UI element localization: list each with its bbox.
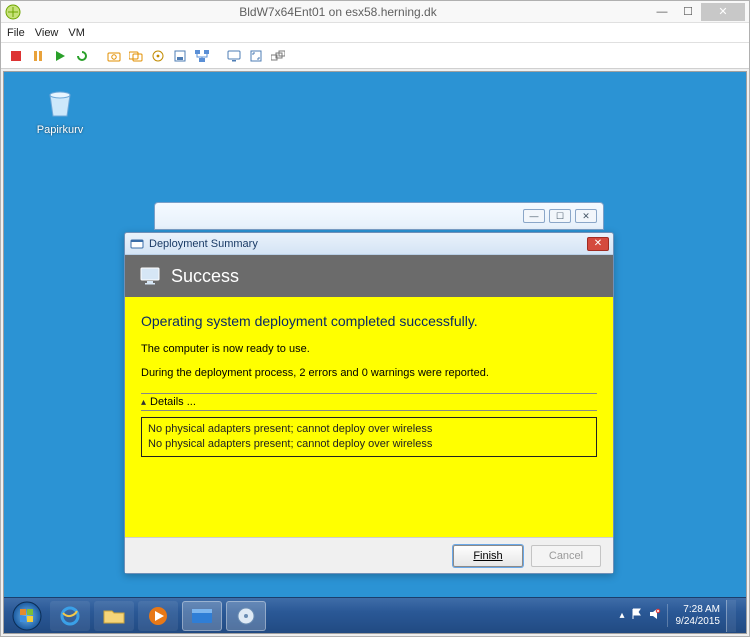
dialog-body: Operating system deployment completed su… <box>125 297 613 537</box>
reset-icon[interactable] <box>73 47 91 65</box>
taskbar-media-player[interactable] <box>138 601 178 631</box>
start-button[interactable] <box>8 600 46 632</box>
host-titlebar: BldW7x64Ent01 on esx58.herning.dk — ☐ ✕ <box>1 1 749 23</box>
minimize-button[interactable]: — <box>649 3 675 21</box>
menu-view[interactable]: View <box>35 27 59 39</box>
tray-clock[interactable]: 7:28 AM 9/24/2015 <box>667 604 721 627</box>
floppy-icon[interactable] <box>171 47 189 65</box>
tray-time: 7:28 AM <box>676 604 721 616</box>
tray-volume-icon[interactable] <box>649 608 661 623</box>
dialog-close-button[interactable]: ✕ <box>587 237 609 251</box>
maximize-button[interactable]: ☐ <box>675 3 701 21</box>
cancel-button: Cancel <box>531 545 601 567</box>
status-subline: The computer is now ready to use. <box>141 343 597 355</box>
menu-file[interactable]: File <box>7 27 25 39</box>
taskbar: ▴ 7:28 AM 9/24/2015 <box>4 597 746 633</box>
power-on-icon[interactable] <box>51 47 69 65</box>
close-button[interactable]: ✕ <box>701 3 745 21</box>
tray-flag-icon[interactable] <box>631 608 643 623</box>
dialog-title-text: Deployment Summary <box>149 238 258 250</box>
dialog-titlebar[interactable]: Deployment Summary ✕ <box>125 233 613 255</box>
menu-vm[interactable]: VM <box>68 27 85 39</box>
guest-desktop: Papirkurv — ☐ ✕ Deployment Summary ✕ <box>3 71 747 634</box>
dialog-header-text: Success <box>171 266 239 287</box>
suspend-icon[interactable] <box>29 47 47 65</box>
dialog-icon <box>129 236 145 252</box>
fullscreen-icon[interactable] <box>247 47 265 65</box>
taskbar-ie[interactable] <box>50 601 90 631</box>
dialog-footer: Finish Cancel <box>125 537 613 573</box>
ctrl-alt-del-icon[interactable] <box>269 47 287 65</box>
bg-maximize-button[interactable]: ☐ <box>549 209 571 223</box>
deployment-summary-dialog: Deployment Summary ✕ Success Operating s… <box>124 232 614 574</box>
details-list: No physical adapters present; cannot dep… <box>141 417 597 457</box>
vsphere-console-window: BldW7x64Ent01 on esx58.herning.dk — ☐ ✕ … <box>0 0 750 637</box>
host-title: BldW7x64Ent01 on esx58.herning.dk <box>27 5 649 19</box>
show-desktop-button[interactable] <box>726 600 736 632</box>
snapshot-icon[interactable] <box>105 47 123 65</box>
taskbar-app-2[interactable] <box>226 601 266 631</box>
background-window-titlebar: — ☐ ✕ <box>154 202 604 230</box>
status-report-line: During the deployment process, 2 errors … <box>141 367 597 379</box>
details-expander[interactable]: ▴ Details ... <box>141 393 597 411</box>
recycle-bin-icon <box>40 82 80 122</box>
cd-icon[interactable] <box>149 47 167 65</box>
tray-chevron-icon[interactable]: ▴ <box>619 610 624 621</box>
menubar: File View VM <box>1 23 749 43</box>
taskbar-explorer[interactable] <box>94 601 134 631</box>
chevron-up-icon: ▴ <box>141 397 146 408</box>
window-buttons: — ☐ ✕ <box>649 3 745 21</box>
system-tray: ▴ 7:28 AM 9/24/2015 <box>619 600 742 632</box>
finish-button[interactable]: Finish <box>453 545 523 567</box>
network-icon[interactable] <box>193 47 211 65</box>
dialog-header: Success <box>125 255 613 297</box>
detail-row: No physical adapters present; cannot dep… <box>148 437 590 452</box>
computer-icon <box>139 265 161 287</box>
recycle-bin[interactable]: Papirkurv <box>30 82 90 136</box>
vsphere-icon <box>5 4 21 20</box>
power-off-icon[interactable] <box>7 47 25 65</box>
console-icon[interactable] <box>225 47 243 65</box>
detail-row: No physical adapters present; cannot dep… <box>148 422 590 437</box>
taskbar-app-1[interactable] <box>182 601 222 631</box>
recycle-bin-label: Papirkurv <box>30 124 90 136</box>
details-label: Details ... <box>150 396 196 408</box>
bg-close-button[interactable]: ✕ <box>575 209 597 223</box>
bg-minimize-button[interactable]: — <box>523 209 545 223</box>
tray-date: 9/24/2015 <box>676 616 721 628</box>
toolbar <box>1 43 749 69</box>
status-headline: Operating system deployment completed su… <box>141 313 597 329</box>
snapshot-manager-icon[interactable] <box>127 47 145 65</box>
